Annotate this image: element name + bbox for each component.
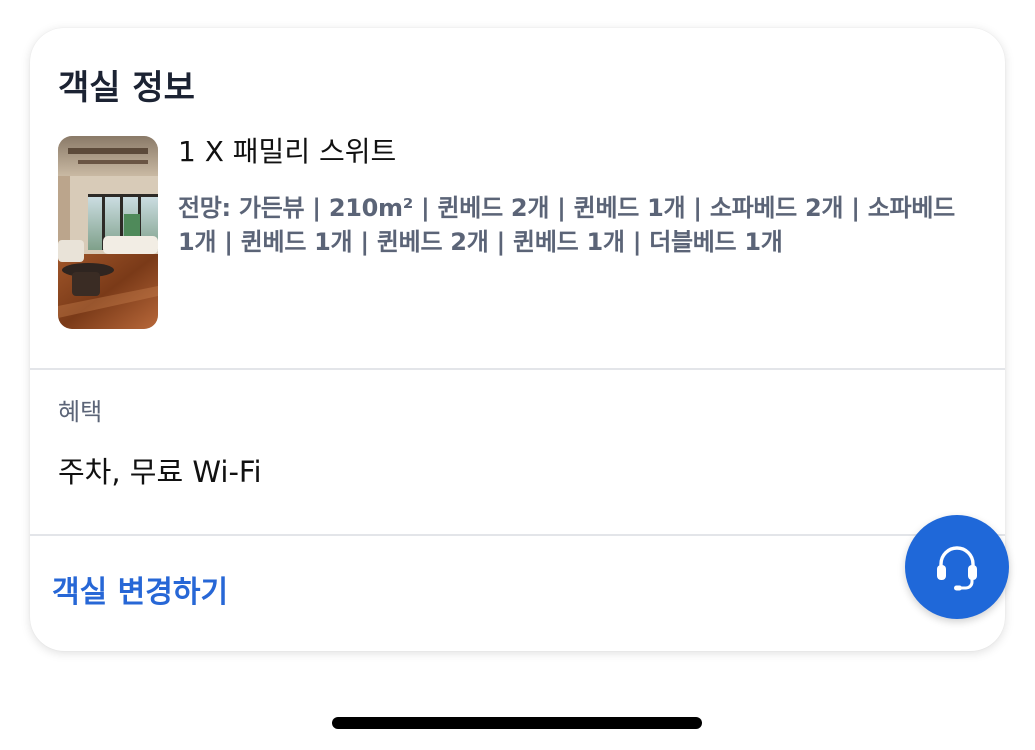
customer-support-button[interactable] (905, 515, 1009, 619)
home-indicator (332, 717, 702, 729)
room-description: 전망: 가든뷰 | 210m² | 퀸베드 2개 | 퀸베드 1개 | 소파베드… (178, 194, 955, 256)
headset-icon (937, 546, 977, 591)
room-name: 1 X 패밀리 스위트 (178, 135, 397, 168)
section-title: 객실 정보 (58, 68, 195, 108)
benefits-value: 주차, 무료 Wi-Fi (58, 455, 262, 489)
room-photo[interactable] (58, 136, 158, 329)
change-room-link[interactable]: 객실 변경하기 (52, 573, 228, 613)
divider (30, 534, 1005, 536)
benefits-label: 혜택 (58, 398, 103, 426)
room-info-card: 객실 정보 1 X 패밀리 스위트 전망: 가든뷰 | 210m² | 퀸베드 … (30, 28, 1005, 651)
divider (30, 368, 1005, 370)
